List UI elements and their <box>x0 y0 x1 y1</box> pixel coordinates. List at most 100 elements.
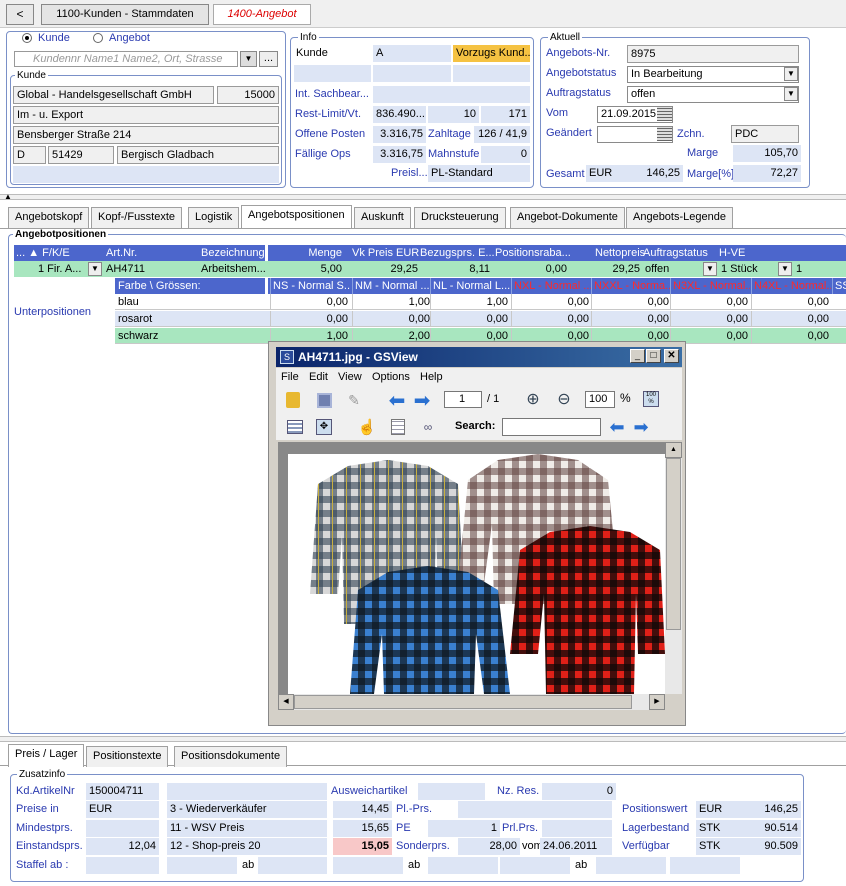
col-hve[interactable]: H-VE <box>717 245 747 261</box>
list-icon[interactable] <box>387 416 409 438</box>
menu-file[interactable]: File <box>281 371 299 383</box>
fit-width-icon[interactable] <box>284 416 306 438</box>
col-fke[interactable]: ... ▲ F/K/E <box>14 245 72 261</box>
size-header[interactable]: N4XL - Normal... <box>751 278 831 294</box>
subposition-qty[interactable]: 0,00 <box>511 294 591 310</box>
link-icon[interactable]: ∞ <box>417 416 439 438</box>
menu-view[interactable]: View <box>338 371 362 383</box>
row-hve[interactable]: 1 Stück <box>719 261 760 277</box>
row-vk[interactable]: 29,25 <box>360 261 420 277</box>
row-status[interactable]: offen <box>643 261 671 277</box>
tab-angebotskopf[interactable]: Angebotskopf <box>8 207 90 228</box>
calendar-icon[interactable] <box>657 107 672 121</box>
zoom-input[interactable]: 100 <box>585 391 615 408</box>
menu-options[interactable]: Options <box>372 371 410 383</box>
row-rabatt[interactable]: 0,00 <box>505 261 569 277</box>
subposition-qty[interactable]: 0,00 <box>670 311 750 327</box>
tab-angebots-legende[interactable]: Angebots-Legende <box>626 207 733 228</box>
open-folder-icon[interactable] <box>282 389 304 411</box>
subposition-qty[interactable]: 0,00 <box>270 294 350 310</box>
menu-edit[interactable]: Edit <box>309 371 328 383</box>
size-header[interactable]: N3XL - Normal... <box>670 278 750 294</box>
save-icon[interactable] <box>313 389 335 411</box>
tab-angebot-dokumente[interactable]: Angebot-Dokumente <box>510 207 625 228</box>
size-header[interactable]: NS - Normal S... <box>270 278 350 294</box>
scroll-right-arrow-icon[interactable]: ▶ <box>649 694 665 710</box>
menu-help[interactable]: Help <box>420 371 443 383</box>
subposition-qty[interactable]: 0,00 <box>751 311 831 327</box>
col-rabatt[interactable]: Positionsraba... <box>493 245 573 261</box>
row-hve2[interactable]: 1 <box>794 261 804 277</box>
row-status-dropdown-icon[interactable]: ▼ <box>703 262 717 276</box>
subposition-qty[interactable]: 0,00 <box>591 311 671 327</box>
angebotstatus-dropdown-icon[interactable]: ▼ <box>784 67 798 81</box>
back-arrow-icon[interactable]: ⬅ <box>386 389 408 412</box>
subposition-qty[interactable]: 0,00 <box>511 311 591 327</box>
zoom-in-icon[interactable]: ⊕ <box>522 388 544 410</box>
subposition-qty[interactable]: 0,00 <box>270 311 350 327</box>
close-button[interactable]: ✕ <box>664 349 679 363</box>
subposition-qty[interactable]: 0,00 <box>352 311 432 327</box>
col-vk[interactable]: Vk Preis EUR <box>350 245 421 261</box>
auftragstatus-select[interactable]: offen <box>627 86 799 103</box>
search-prev-icon[interactable]: ⬅ <box>606 416 628 438</box>
subposition-qty[interactable]: 0,00 <box>670 294 750 310</box>
zoom-100-icon[interactable]: 100 % <box>640 388 662 410</box>
radio-kunde[interactable] <box>22 33 32 43</box>
row-hve-dropdown-icon[interactable]: ▼ <box>778 262 792 276</box>
col-artnr[interactable]: Art.Nr. <box>104 245 139 261</box>
search-next-icon[interactable]: ➡ <box>630 416 652 438</box>
row-netto[interactable]: 29,25 <box>580 261 642 277</box>
tab-positionsdokumente[interactable]: Positionsdokumente <box>174 746 288 767</box>
search-dropdown-button[interactable]: ▼ <box>240 51 257 67</box>
subposition-qty[interactable]: 0,00 <box>591 294 671 310</box>
tab-drucksteuerung[interactable]: Drucksteuerung <box>414 207 506 228</box>
collapse-arrow-icon[interactable]: ▲ <box>4 192 12 201</box>
col-bezprs[interactable]: Bezugsprs. E... <box>418 245 497 261</box>
scroll-up-arrow-icon[interactable]: ▲ <box>665 442 682 458</box>
tab-auskunft[interactable]: Auskunft <box>354 207 411 228</box>
fit-page-icon[interactable]: ✥ <box>313 416 335 438</box>
size-header[interactable]: NM - Normal ... <box>352 278 432 294</box>
customer-search-input[interactable]: Kundennr Name1 Name2, Ort, Strasse <box>14 51 238 67</box>
radio-angebot[interactable] <box>93 33 103 43</box>
col-netto[interactable]: Nettopreis <box>593 245 647 261</box>
tab-kunden-stammdaten[interactable]: 1100-Kunden - Stammdaten <box>41 4 209 25</box>
tab-angebotspositionen[interactable]: Angebotspositionen <box>241 205 352 228</box>
tab-logistik[interactable]: Logistik <box>188 207 240 228</box>
row-artnr[interactable]: AH4711 <box>104 261 147 277</box>
subposition-qty[interactable]: 1,00 <box>352 294 432 310</box>
angebotstatus-select[interactable]: In Bearbeitung <box>627 66 799 83</box>
scroll-left-arrow-icon[interactable]: ◀ <box>278 694 294 710</box>
subposition-qty[interactable]: 0,00 <box>751 294 831 310</box>
minimize-button[interactable]: _ <box>630 349 645 363</box>
col-status[interactable]: Auftragstatus <box>641 245 710 261</box>
row-bez[interactable]: Arbeitshem... <box>199 261 265 277</box>
size-header[interactable]: NXXL - Norma... <box>591 278 671 294</box>
row-fke[interactable]: 1 Fir. A... <box>36 261 83 277</box>
page-input[interactable]: 1 <box>444 391 482 408</box>
tab-preis-lager[interactable]: Preis / Lager <box>8 744 85 767</box>
size-header[interactable]: NL - Normal L... <box>430 278 510 294</box>
forward-arrow-icon[interactable]: ➡ <box>411 389 433 412</box>
size-header[interactable]: NXL - Normal ... <box>511 278 591 294</box>
back-button[interactable]: < <box>6 4 34 25</box>
tab-positionstexte[interactable]: Positionstexte <box>86 746 169 767</box>
row-bezprs[interactable]: 8,11 <box>430 261 492 277</box>
col-menge[interactable]: Menge <box>290 245 344 261</box>
row-menge[interactable]: 5,00 <box>290 261 344 277</box>
maximize-button[interactable]: □ <box>646 349 661 363</box>
subposition-qty[interactable]: 0,00 <box>751 328 831 344</box>
auftragstatus-dropdown-icon[interactable]: ▼ <box>784 87 798 101</box>
subposition-qty[interactable]: 1,00 <box>430 294 510 310</box>
subposition-qty[interactable]: 0,00 <box>430 311 510 327</box>
viewer-search-input[interactable] <box>502 418 601 436</box>
subposition-color[interactable]: rosarot <box>116 311 154 327</box>
tab-angebot[interactable]: 1400-Angebot <box>213 4 311 25</box>
search-more-button[interactable]: ... <box>259 51 278 67</box>
horizontal-scroll-thumb[interactable] <box>294 695 632 709</box>
calendar-icon-2[interactable] <box>657 127 672 141</box>
print-icon[interactable]: ✎ <box>343 389 365 411</box>
subposition-color[interactable]: schwarz <box>116 328 160 344</box>
row-fke-dropdown-icon[interactable]: ▼ <box>88 262 102 276</box>
